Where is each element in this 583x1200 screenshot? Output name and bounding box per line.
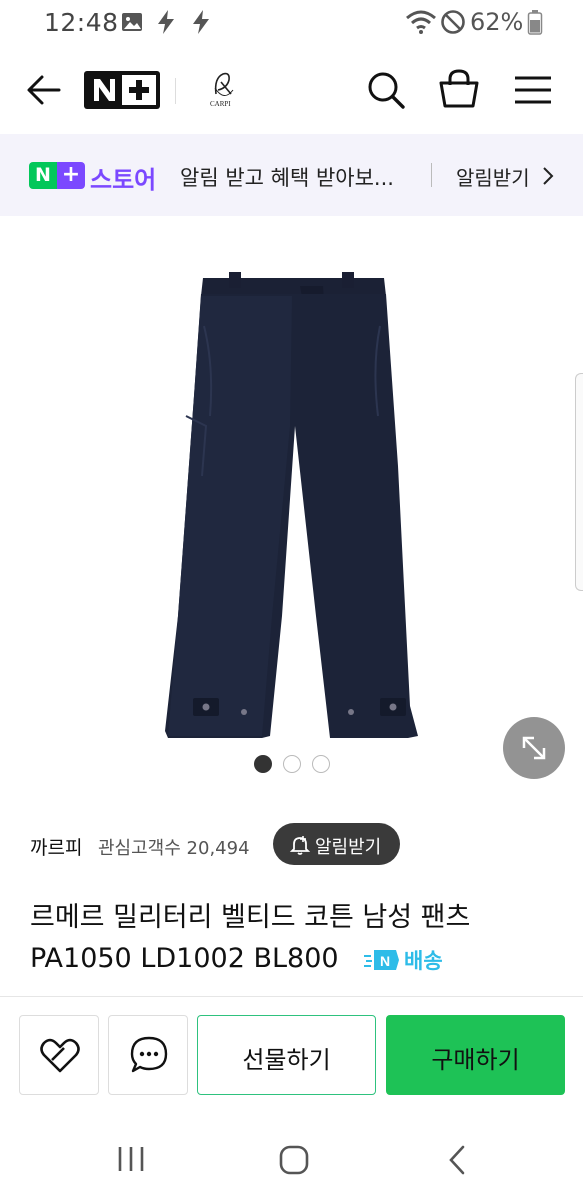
carpi-logo-icon: CARPI [210,72,234,108]
shipping-badge-letter: N [380,953,390,969]
product-title-line2: PA1050 LD1002 BL800 [30,943,339,974]
promo-divider [431,163,432,187]
buy-label: 구매하기 [431,1046,520,1074]
n-delivery-icon: N [364,950,399,970]
product-title-line1: 르메르 밀리터리 벨티드 코튼 남성 팬츠 [30,902,471,933]
battery-percent: 62% [470,8,524,36]
heart-icon [40,1038,80,1073]
side-panel-handle[interactable] [575,373,583,591]
recent-apps-icon[interactable] [115,1144,147,1174]
seller-name[interactable]: 까르피 [30,833,82,860]
no-disturb-icon [441,10,465,34]
promo-notify-link[interactable]: 알림받기 [456,162,530,191]
gallery-dot-2[interactable] [283,755,301,773]
product-image-gallery[interactable] [0,216,583,800]
gallery-icon [122,13,142,31]
back-arrow-icon[interactable] [26,74,62,106]
interest-count: 20,494 [186,838,250,859]
shipping-label: 배송 [404,949,443,973]
expand-image-button[interactable] [503,717,565,779]
cart-icon[interactable] [438,68,480,110]
status-bar: 12:48 62% [0,0,583,48]
wishlist-button[interactable] [19,1015,99,1095]
system-back-icon[interactable] [446,1144,468,1176]
gift-label: 선물하기 [242,1046,331,1074]
store-logo[interactable]: CARPI [206,68,242,114]
promo-store-label: 스토어 [90,166,157,194]
lightning-icon [193,10,209,34]
search-icon[interactable] [366,70,406,110]
wifi-icon [406,10,436,34]
header-divider [175,78,176,104]
naver-plus-badge: N + [29,162,85,189]
system-navigation-bar [0,1114,583,1200]
promo-message: 알림 받고 혜택 받아보... [180,166,394,190]
bell-plus-icon [289,836,311,855]
chat-bubble-icon [130,1036,168,1073]
expand-icon [522,736,546,760]
naver-plus-logo-mark [94,75,156,105]
menu-icon[interactable] [513,74,553,106]
svg-text:CARPI: CARPI [210,100,231,108]
n-delivery-badge: N 배송 [364,945,443,975]
battery-icon [527,10,543,35]
buy-button[interactable]: 구매하기 [386,1015,565,1095]
talk-button[interactable] [108,1015,188,1095]
product-image [165,272,418,738]
notify-button[interactable]: 알림받기 [273,823,400,865]
home-icon[interactable] [278,1144,310,1176]
chevron-right-icon[interactable] [541,165,555,187]
notify-label: 알림받기 [315,837,382,858]
top-navigation-bar: CARPI [0,48,583,134]
gift-button[interactable]: 선물하기 [197,1015,376,1095]
lightning-icon [158,10,174,34]
interest-count-text: 관심고객수 20,494 [98,834,250,860]
badge-n: N [29,162,57,189]
gallery-dot-3[interactable] [312,755,330,773]
status-time: 12:48 [44,8,119,37]
badge-plus: + [57,162,85,189]
gallery-dot-1[interactable] [254,755,272,773]
naver-plus-logo[interactable] [84,71,160,109]
interest-label: 관심고객수 [98,838,181,859]
